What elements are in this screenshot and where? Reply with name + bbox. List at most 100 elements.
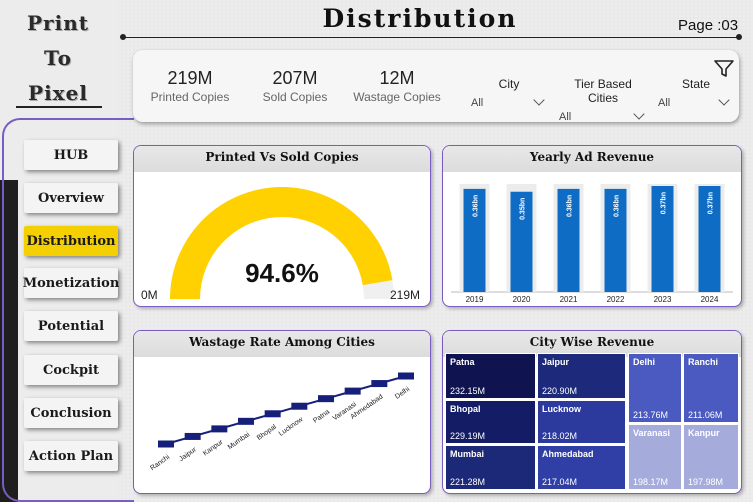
card-title: City Wise Revenue — [529, 335, 655, 349]
treemap-city-label: Kanpur — [688, 428, 720, 438]
yearly-bar-chart: 0.36bn 2019 0.35bn 2020 0.36bn 2021 0.36bn 2022… — [451, 184, 733, 304]
treemap-value-label: 213.76M — [633, 410, 669, 420]
title-rule — [122, 37, 737, 38]
dropdown-value: All — [658, 97, 671, 109]
state-dropdown[interactable]: All — [658, 94, 733, 109]
kpi-wastage: 12M Wastage Copies — [349, 68, 445, 104]
treemap-cell-ranchi[interactable]: Ranchi 211.06M — [683, 353, 739, 423]
treemap-value-label: 211.06M — [688, 410, 723, 420]
wastage-point-patna — [318, 395, 334, 403]
chevron-down-icon[interactable] — [633, 108, 645, 120]
wastage-point-ranchi — [158, 440, 174, 448]
treemap-city-label: Ranchi — [688, 357, 719, 367]
x-tick-label: Jaipur — [178, 446, 198, 463]
treemap-cell-ahmedabad[interactable]: Ahmedabad 217.04M — [537, 445, 626, 490]
page-number: Page :03 — [678, 17, 739, 34]
slicer-label: Tier Based Cities — [574, 77, 632, 105]
treemap-cell-kanpur[interactable]: Kanpur 197.98M — [683, 424, 739, 490]
treemap-city-label: Mumbai — [450, 449, 485, 459]
city-revenue-card: City Wise Revenue Patna 232.15M Jaipur 220.… — [442, 330, 742, 494]
treemap-value-label: 198.17M — [633, 477, 669, 487]
yearly-revenue-card: Yearly Ad Revenue 0.36bn 2019 0.35bn 2020 0.… — [442, 145, 742, 307]
tier-slicer[interactable]: Tier Based Cities All — [559, 77, 647, 123]
state-slicer[interactable]: State All — [658, 77, 733, 109]
x-tick-label: Ranchi — [149, 454, 171, 472]
treemap-cell-lucknow[interactable]: Lucknow 218.02M — [537, 400, 626, 444]
funnel-icon[interactable] — [714, 60, 734, 78]
dropdown-value: All — [559, 111, 572, 123]
treemap-value-label: 232.15M — [450, 386, 486, 396]
slicer-label: State — [682, 77, 711, 91]
page-title: Distribution — [322, 4, 518, 33]
nav-button-action-plan[interactable]: Action Plan — [24, 441, 118, 471]
slicer-label: City — [498, 77, 520, 91]
treemap-city-label: Jaipur — [542, 357, 570, 367]
treemap-city-label: Ahmedabad — [542, 449, 594, 459]
nav-button-cockpit[interactable]: Cockpit — [24, 355, 118, 385]
dashboard: Print To Pixel HUB Overview Distribution Mo… — [0, 0, 753, 502]
treemap-cell-patna[interactable]: Patna 232.15M — [445, 353, 536, 399]
kpi-sold: 207M Sold Copies — [255, 68, 335, 104]
kpi-value: 12M — [379, 68, 415, 88]
treemap-cell-delhi[interactable]: Delhi 213.76M — [628, 353, 682, 423]
nav-button-monetization[interactable]: Monetization — [23, 268, 119, 298]
wastage-point-bhopal — [264, 410, 281, 418]
kpi-value: 219M — [167, 68, 213, 88]
treemap-city-label: Lucknow — [542, 404, 582, 414]
x-tick-label: Bhopal — [256, 423, 278, 441]
city-dropdown[interactable]: All — [471, 94, 547, 109]
treemap-value-label: 220.90M — [542, 386, 578, 396]
gauge-min-label: 0M — [141, 288, 158, 302]
chevron-down-icon[interactable] — [533, 94, 545, 106]
gauge-value: 94.6% — [245, 258, 319, 288]
treemap-value-label: 218.02M — [542, 431, 578, 441]
x-tick-label: 2020 — [513, 295, 531, 304]
treemap-value-label: 197.98M — [688, 477, 724, 487]
nav-button-hub[interactable]: HUB — [24, 140, 118, 170]
title-rule-dot-left — [120, 34, 126, 40]
nav-button-distribution[interactable]: Distribution — [24, 226, 118, 256]
x-tick-label: Patna — [312, 409, 331, 425]
logo-line-2: To — [44, 46, 72, 70]
x-tick-label: Kanpur — [202, 438, 225, 457]
treemap-city-label: Patna — [450, 357, 475, 367]
bar-data-label: 0.35bn — [520, 198, 527, 220]
logo-line-1: Print — [27, 11, 89, 35]
bar-data-label: 0.37bn — [661, 192, 668, 214]
wastage-point-lucknow — [291, 402, 308, 410]
kpi-label: Printed Copies — [150, 90, 230, 104]
wastage-point-jaipur — [184, 432, 201, 440]
treemap-cell-mumbai[interactable]: Mumbai 221.28M — [445, 445, 536, 490]
city-slicer[interactable]: City All — [471, 77, 547, 109]
wastage-point-delhi — [398, 372, 414, 380]
treemap-cell-bhopal[interactable]: Bhopal 229.19M — [445, 400, 536, 444]
x-tick-label: Mumbai — [227, 431, 252, 451]
x-tick-label: Delhi — [394, 386, 411, 401]
bar-data-label: 0.37bn — [708, 192, 715, 214]
treemap-value-label: 217.04M — [542, 477, 578, 487]
x-tick-label: 2021 — [560, 295, 578, 304]
wastage-point-varanasi — [344, 387, 361, 395]
gauge-card: Printed Vs Sold Copies 94.6% 0M 219M — [133, 145, 431, 307]
bar-data-label: 0.36bn — [614, 195, 621, 217]
kpi-label: Sold Copies — [262, 90, 328, 104]
tier-dropdown[interactable]: All — [559, 108, 647, 123]
bar-data-label: 0.36bn — [567, 195, 574, 217]
bar-data-label: 0.36bn — [473, 195, 480, 217]
wastage-point-kanpur — [211, 425, 228, 433]
treemap-cell-varanasi[interactable]: Varanasi 198.17M — [628, 424, 682, 490]
wastage-point-ahmedabad — [371, 380, 388, 388]
treemap-value-label: 229.19M — [450, 431, 486, 441]
gauge-max-label: 219M — [390, 288, 421, 302]
treemap-city-label: Bhopal — [450, 404, 481, 414]
wastage-card: Wastage Rate Among Cities Ranchi Jaipur Ka… — [133, 330, 431, 494]
nav-button-overview[interactable]: Overview — [24, 183, 118, 213]
treemap-cell-jaipur[interactable]: Jaipur 220.90M — [537, 353, 626, 399]
kpi-label: Wastage Copies — [353, 90, 441, 104]
treemap-value-label: 221.28M — [450, 477, 486, 487]
sidebar: Print To Pixel HUB Overview Distribution Mo… — [0, 0, 134, 502]
chevron-down-icon[interactable] — [718, 94, 730, 106]
nav-button-conclusion[interactable]: Conclusion — [24, 398, 118, 428]
nav-button-potential[interactable]: Potential — [24, 311, 118, 341]
x-tick-label: 2023 — [654, 295, 672, 304]
